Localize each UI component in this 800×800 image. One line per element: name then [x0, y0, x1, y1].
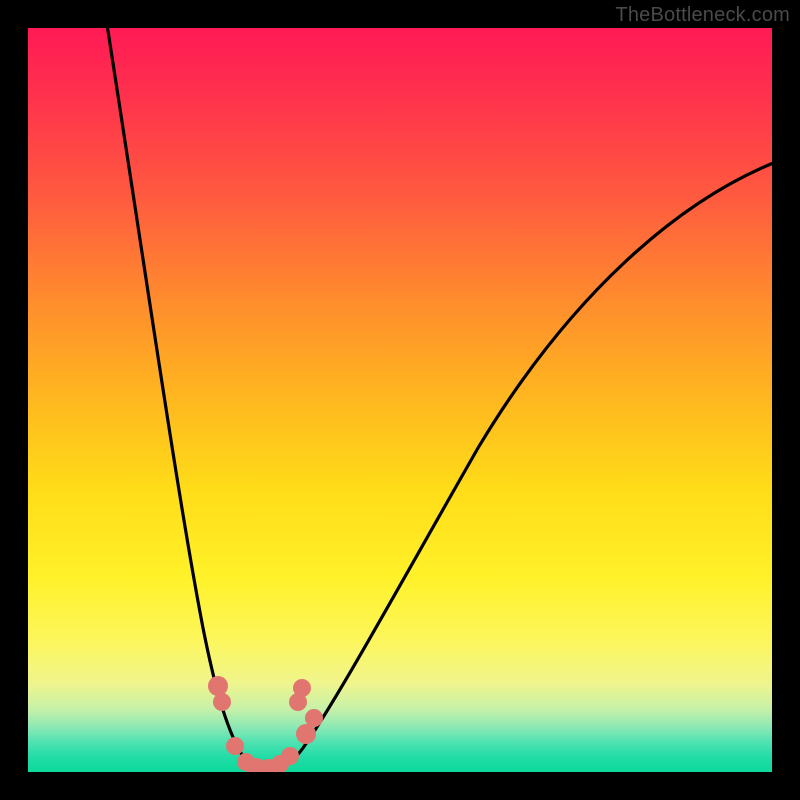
data-marker — [226, 737, 244, 755]
data-marker — [281, 747, 299, 765]
data-marker — [213, 693, 231, 711]
bottleneck-curve — [28, 28, 772, 772]
watermark-text: TheBottleneck.com — [615, 4, 790, 27]
data-marker — [293, 679, 311, 697]
data-marker — [305, 709, 323, 727]
curve-left — [106, 28, 263, 770]
data-marker — [296, 724, 316, 744]
plot-area — [28, 28, 772, 772]
curve-right — [263, 158, 772, 770]
